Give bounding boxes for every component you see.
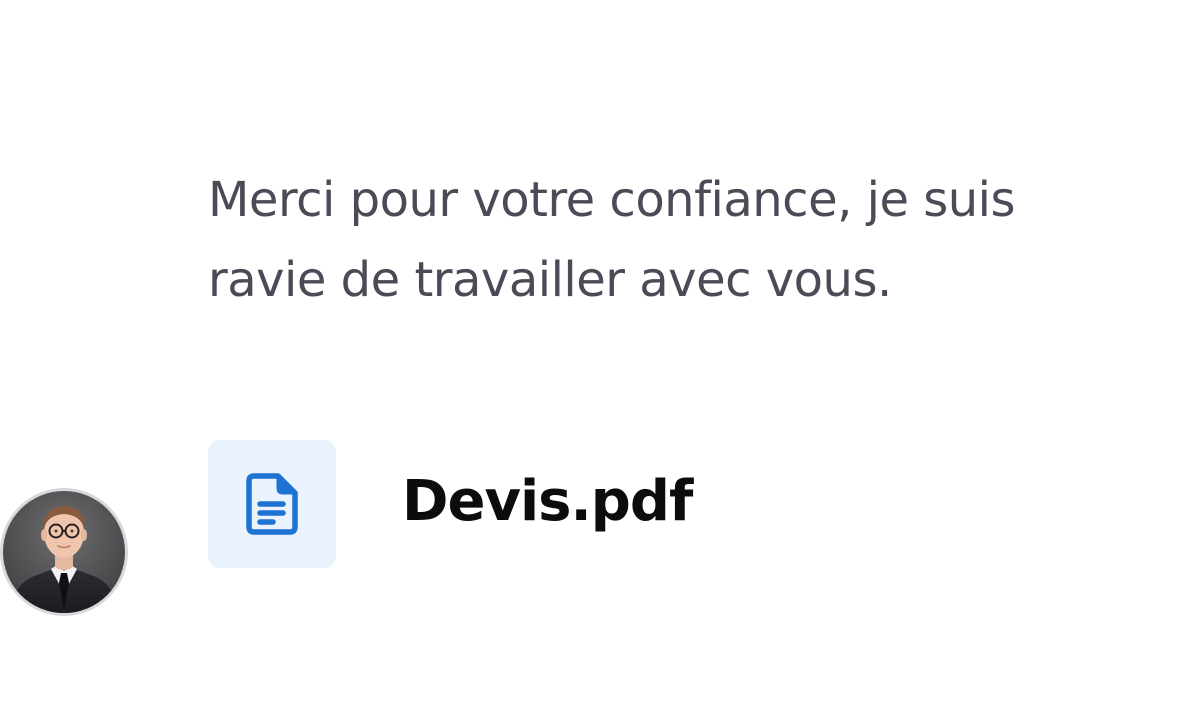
file-attachment[interactable]: Devis.pdf <box>208 440 693 568</box>
message-line-2: ravie de travailler avec vous. <box>208 252 892 308</box>
message-line-1: Merci pour votre confiance, je suis <box>208 172 1016 228</box>
avatar[interactable] <box>0 488 128 616</box>
document-icon <box>246 473 298 535</box>
message-text: Merci pour votre confiance, je suis ravi… <box>208 160 1108 320</box>
chat-message-area: Merci pour votre confiance, je suis ravi… <box>0 0 1200 720</box>
avatar-photo <box>3 491 125 613</box>
file-icon-tile <box>208 440 336 568</box>
file-name[interactable]: Devis.pdf <box>402 474 693 530</box>
